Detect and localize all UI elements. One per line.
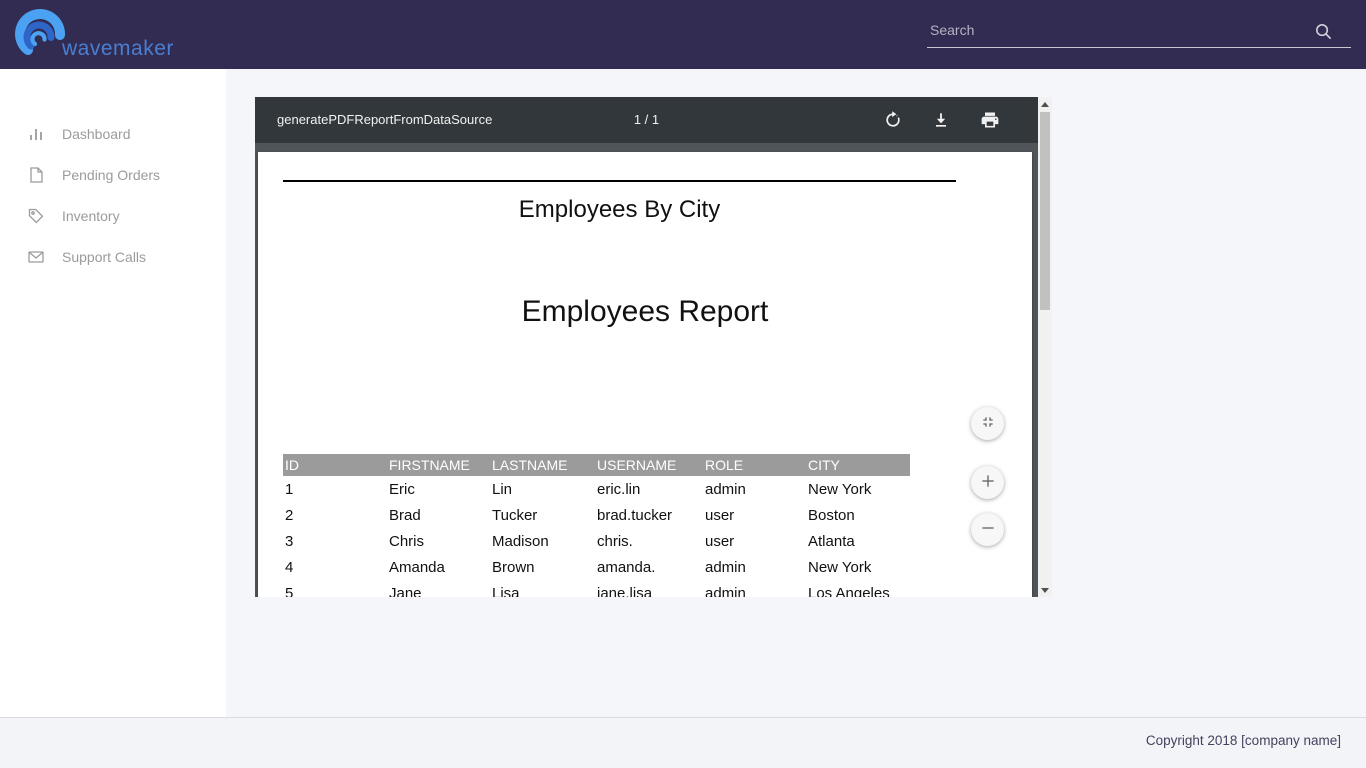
- bar-chart-icon: [27, 125, 45, 143]
- fit-to-page-icon: [980, 414, 996, 433]
- brand-logo[interactable]: wavemaker: [14, 7, 174, 62]
- table-cell: brad.tucker: [595, 502, 703, 528]
- table-cell: 2: [283, 502, 387, 528]
- pdf-canvas: Employees By City Employees Report ID FI…: [255, 143, 1038, 597]
- sidebar-item-support-calls[interactable]: Support Calls: [0, 236, 226, 277]
- table-row: 5 Jane Lisa jane.lisa admin Los Angeles: [283, 580, 910, 597]
- column-header: LASTNAME: [490, 454, 595, 476]
- footer: Copyright 2018 [company name]: [0, 717, 1366, 768]
- zoom-out-icon: [979, 519, 997, 540]
- table-cell: Los Angeles: [806, 580, 910, 597]
- pdf-page: Employees By City Employees Report ID FI…: [258, 152, 1032, 597]
- sidebar-item-label: Inventory: [62, 208, 120, 224]
- table-cell: Chris: [387, 528, 490, 554]
- search-input[interactable]: [930, 18, 1280, 42]
- rotate-icon[interactable]: [881, 108, 905, 132]
- search-icon[interactable]: [1314, 22, 1333, 46]
- zoom-out-button[interactable]: [971, 513, 1004, 546]
- table-cell: user: [703, 528, 806, 554]
- table-cell: eric.lin: [595, 476, 703, 502]
- table-cell: admin: [703, 476, 806, 502]
- table-cell: chris.: [595, 528, 703, 554]
- horizontal-rule: [283, 180, 956, 182]
- table-cell: Brown: [490, 554, 595, 580]
- tag-icon: [27, 207, 45, 225]
- table-cell: New York: [806, 476, 910, 502]
- table-cell: 3: [283, 528, 387, 554]
- table-cell: Brad: [387, 502, 490, 528]
- zoom-in-icon: [979, 472, 997, 493]
- fit-to-page-button[interactable]: [971, 407, 1004, 440]
- scroll-up-icon[interactable]: [1038, 97, 1052, 111]
- table-row: 4 Amanda Brown amanda. admin New York: [283, 554, 910, 580]
- copyright-text: Copyright 2018 [company name]: [1146, 733, 1341, 748]
- pdf-viewer: generatePDFReportFromDataSource 1 / 1: [255, 97, 1052, 597]
- document-report-title: Employees Report: [258, 295, 1032, 329]
- top-nav-bar: wavemaker: [0, 0, 1366, 69]
- table-row: 3 Chris Madison chris. user Atlanta: [283, 528, 910, 554]
- sidebar-item-dashboard[interactable]: Dashboard: [0, 113, 226, 154]
- table-cell: Tucker: [490, 502, 595, 528]
- document-icon: [27, 166, 45, 184]
- sidebar-item-label: Support Calls: [62, 249, 146, 265]
- print-icon[interactable]: [978, 108, 1002, 132]
- table-cell: 1: [283, 476, 387, 502]
- table-cell: New York: [806, 554, 910, 580]
- table-cell: 5: [283, 580, 387, 597]
- table-row: 2 Brad Tucker brad.tucker user Boston: [283, 502, 910, 528]
- table-cell: amanda.: [595, 554, 703, 580]
- brand-name: wavemaker: [62, 36, 174, 62]
- pdf-document-title: generatePDFReportFromDataSource: [277, 97, 492, 143]
- column-header: ROLE: [703, 454, 806, 476]
- document-section-title: Employees By City: [283, 196, 956, 224]
- employees-table: ID FIRSTNAME LASTNAME USERNAME ROLE CITY…: [283, 454, 910, 597]
- table-header-row: ID FIRSTNAME LASTNAME USERNAME ROLE CITY: [283, 454, 910, 476]
- sidebar-item-inventory[interactable]: Inventory: [0, 195, 226, 236]
- table-cell: admin: [703, 580, 806, 597]
- table-cell: Eric: [387, 476, 490, 502]
- pdf-toolbar: generatePDFReportFromDataSource 1 / 1: [255, 97, 1038, 143]
- column-header: FIRSTNAME: [387, 454, 490, 476]
- sidebar: Dashboard Pending Orders Inventory: [0, 69, 226, 717]
- sidebar-item-pending-orders[interactable]: Pending Orders: [0, 154, 226, 195]
- search-box: [927, 0, 1351, 48]
- pdf-scrollbar[interactable]: [1038, 97, 1052, 597]
- sidebar-item-label: Pending Orders: [62, 167, 160, 183]
- column-header: CITY: [806, 454, 910, 476]
- table-cell: Lisa: [490, 580, 595, 597]
- table-cell: Lin: [490, 476, 595, 502]
- scrollbar-thumb[interactable]: [1040, 112, 1050, 310]
- column-header: USERNAME: [595, 454, 703, 476]
- table-cell: user: [703, 502, 806, 528]
- table-cell: Amanda: [387, 554, 490, 580]
- table-cell: Madison: [490, 528, 595, 554]
- column-header: ID: [283, 454, 387, 476]
- scroll-down-icon[interactable]: [1038, 583, 1052, 597]
- zoom-in-button[interactable]: [971, 466, 1004, 499]
- table-cell: Atlanta: [806, 528, 910, 554]
- table-row: 1 Eric Lin eric.lin admin New York: [283, 476, 910, 502]
- table-cell: 4: [283, 554, 387, 580]
- download-icon[interactable]: [929, 108, 953, 132]
- table-cell: jane.lisa: [595, 580, 703, 597]
- table-cell: Jane: [387, 580, 490, 597]
- wavemaker-logo-icon: [14, 5, 66, 62]
- envelope-icon: [27, 248, 45, 266]
- table-cell: admin: [703, 554, 806, 580]
- table-cell: Boston: [806, 502, 910, 528]
- sidebar-item-label: Dashboard: [62, 126, 131, 142]
